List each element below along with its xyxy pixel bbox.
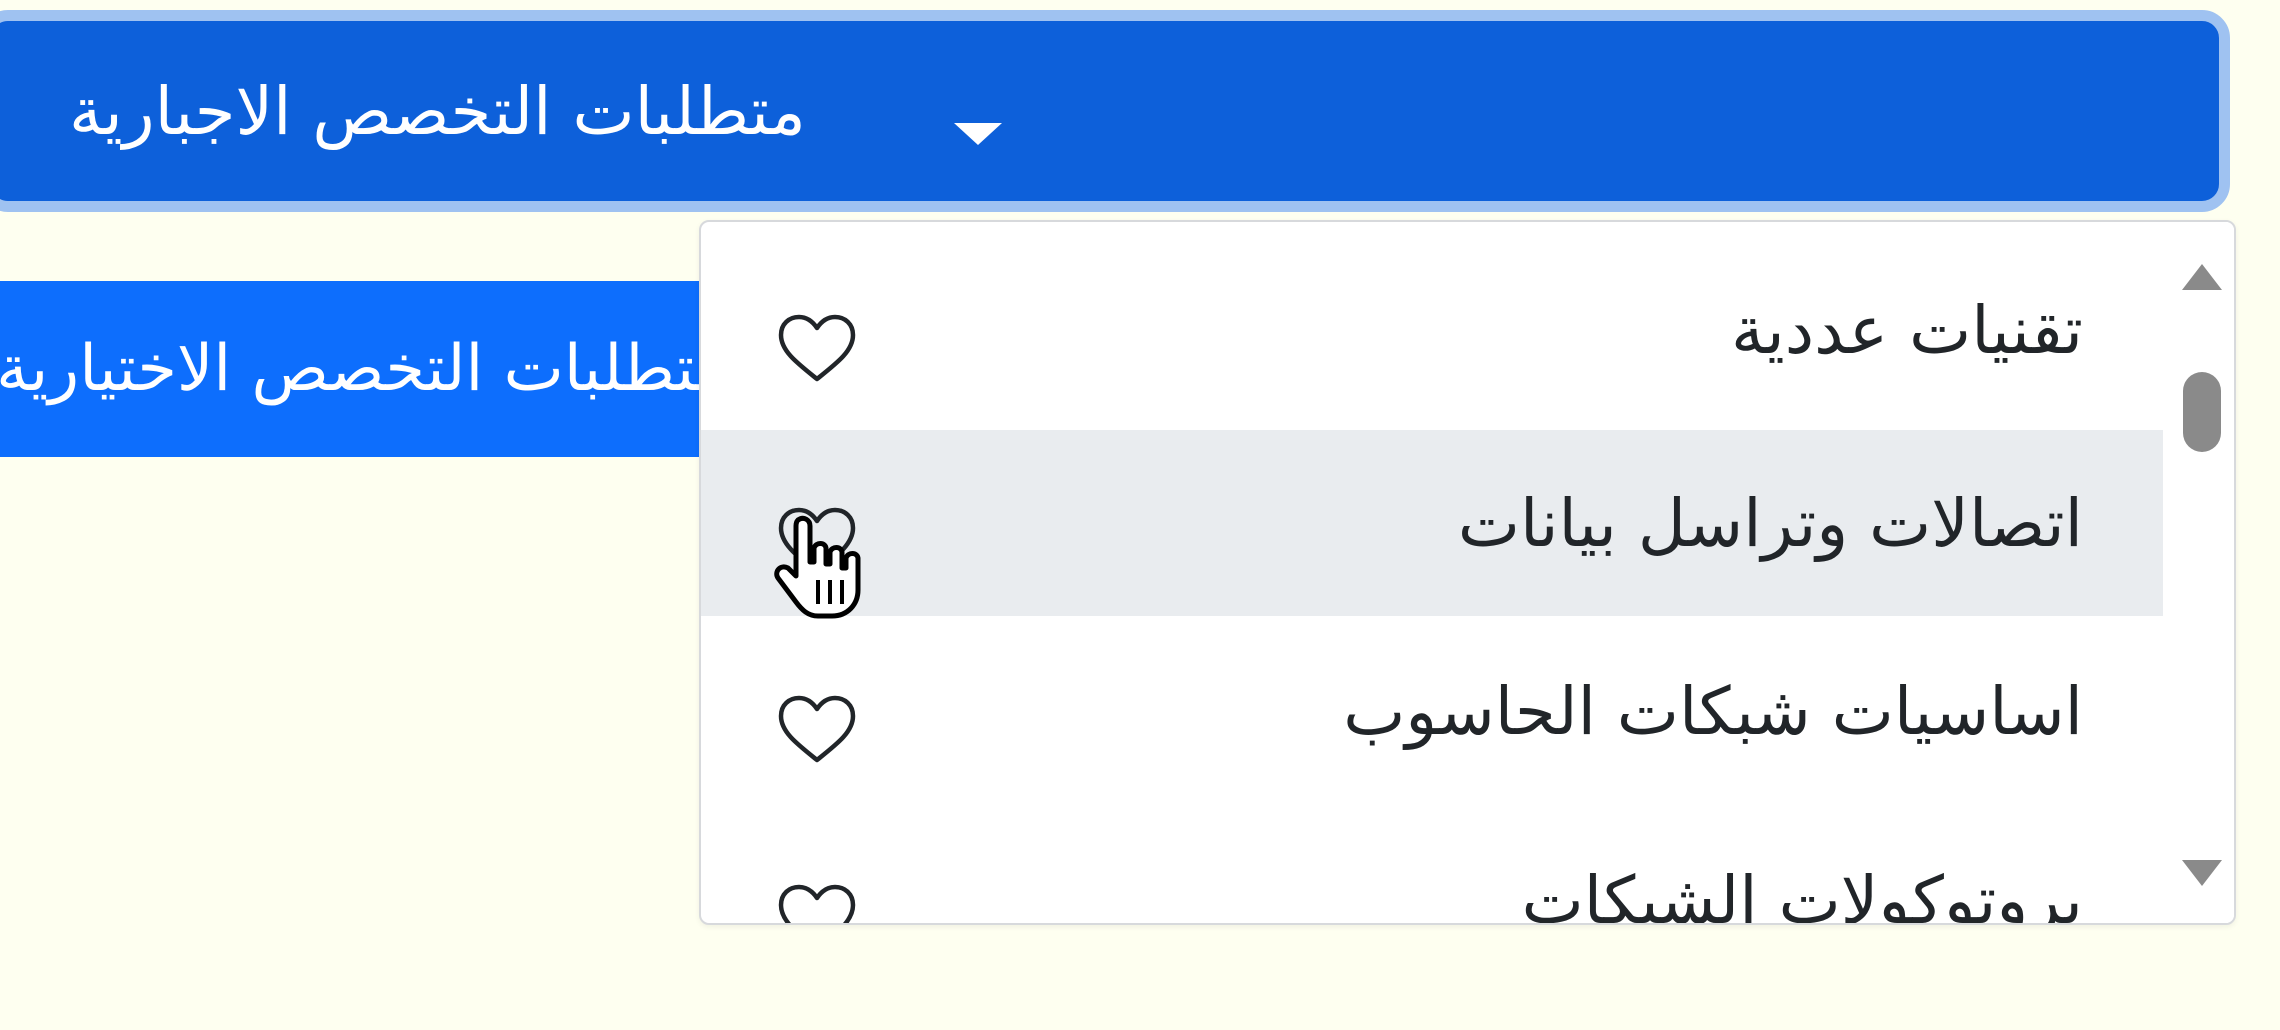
scroll-down-arrow-icon[interactable] xyxy=(2182,860,2222,886)
menu-item-numerical-techniques[interactable]: تقنيات عددية xyxy=(701,237,2163,423)
menu-item-label: اتصالات وتراسل بيانات xyxy=(1457,484,2083,562)
menu-item-label: تقنيات عددية xyxy=(1731,291,2083,369)
menu-item-label: اساسيات شبكات الحاسوب xyxy=(1343,672,2083,750)
elective-requirements-label: متطلبات التخصص الاختيارية xyxy=(0,332,730,406)
dropdown-menu: تقنيات عددية اتصالات وتراسل بيانات اساسي… xyxy=(699,220,2236,925)
menu-item-label: بروتوكولات الشبكات xyxy=(1521,861,2083,925)
heart-outline-icon[interactable] xyxy=(777,883,857,925)
caret-down-icon xyxy=(954,123,1002,145)
scroll-thumb[interactable] xyxy=(2183,372,2221,452)
heart-outline-icon[interactable] xyxy=(777,313,857,385)
mandatory-requirements-toggle[interactable]: متطلبات التخصص الاجبارية xyxy=(0,10,2230,212)
menu-scrollbar[interactable] xyxy=(2163,222,2234,923)
menu-item-network-protocols[interactable]: بروتوكولات الشبكات xyxy=(701,807,2163,925)
elective-requirements-toggle[interactable]: متطلبات التخصص الاختيارية xyxy=(0,281,730,457)
hand-pointer-cursor-icon xyxy=(774,515,861,619)
scroll-up-arrow-icon[interactable] xyxy=(2182,264,2222,290)
menu-item-data-communications[interactable]: اتصالات وتراسل بيانات xyxy=(701,430,2163,616)
menu-item-network-fundamentals[interactable]: اساسيات شبكات الحاسوب xyxy=(701,618,2163,804)
mandatory-requirements-label: متطلبات التخصص الاجبارية xyxy=(69,72,806,150)
heart-outline-icon[interactable] xyxy=(777,694,857,766)
